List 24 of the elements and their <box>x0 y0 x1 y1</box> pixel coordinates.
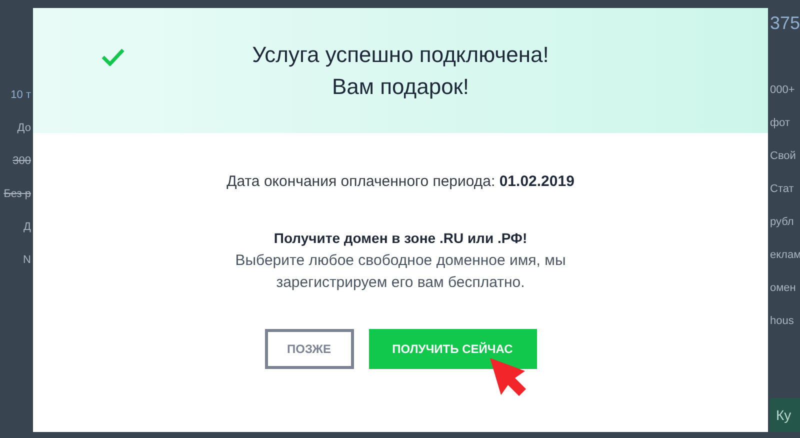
background-text: 375 <box>770 14 800 33</box>
background-text: рубл <box>770 215 794 230</box>
background-text: Д <box>24 220 31 235</box>
offer-title: Получите домен в зоне .RU или .РФ! <box>274 230 528 246</box>
check-icon <box>101 48 125 66</box>
background-text: омен <box>770 281 796 296</box>
get-now-button[interactable]: ПОЛУЧИТЬ СЕЙЧАС <box>368 329 536 369</box>
background-text: Стат <box>770 182 794 197</box>
dialog-title: Вам подарок! <box>332 72 470 101</box>
background-text: еклам <box>770 248 800 263</box>
background-text: Свой <box>770 149 796 164</box>
background-text: hous <box>770 314 794 329</box>
background-text: 000+ <box>770 83 795 98</box>
background-text: 300 <box>12 154 31 169</box>
background-text: 10 т <box>10 88 31 103</box>
later-button[interactable]: ПОЗЖЕ <box>264 329 354 369</box>
dialog-title: Услуга успешно подключена! <box>252 40 549 69</box>
background-text: N <box>23 253 31 268</box>
offer-text: Выберите любое свободное доменное имя, мы зарегистрируем его вам бесплатно. <box>234 251 567 293</box>
background-text: фот <box>770 116 790 131</box>
background-text: До <box>17 121 31 136</box>
period-text: Дата окончания оплаченного периода: 01.02.2019 <box>226 173 574 190</box>
cursor-arrow-icon <box>488 357 528 397</box>
background-text: Без р <box>4 187 31 202</box>
